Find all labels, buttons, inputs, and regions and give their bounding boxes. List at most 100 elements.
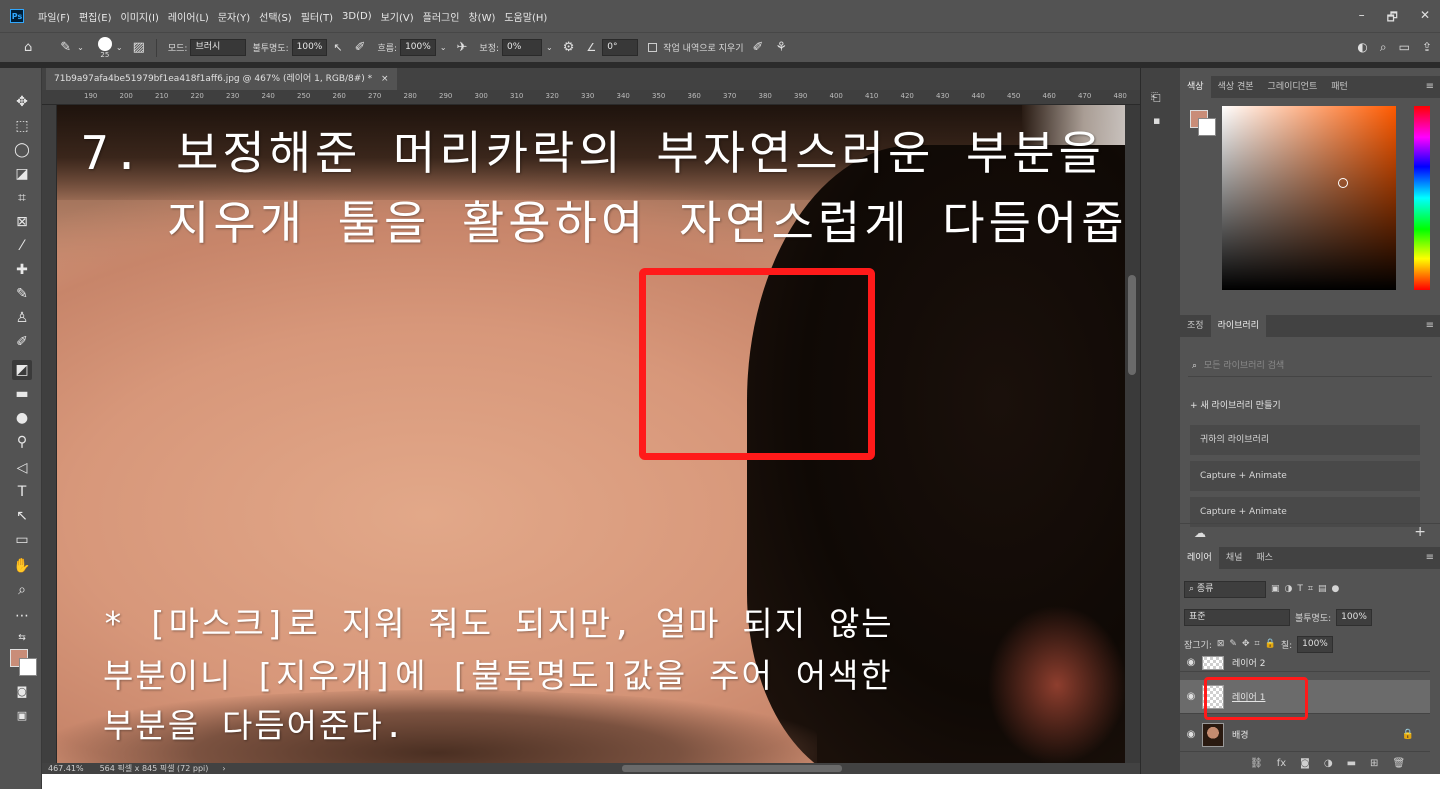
canvas-vertical-scrollbar[interactable] (1125, 105, 1140, 763)
opacity-input[interactable]: 100% (291, 39, 328, 56)
home-icon[interactable]: ⌂ (24, 40, 32, 55)
healing-brush-tool-icon[interactable]: ✚ (12, 260, 32, 280)
new-layer-icon[interactable]: ⊞ (1370, 758, 1378, 769)
horizontal-scrollbar-thumb[interactable] (622, 765, 842, 772)
menu-file[interactable]: 파일(F) (38, 9, 70, 24)
gear-icon[interactable]: ⚙ (563, 40, 575, 55)
lock-position-icon[interactable]: ✥ (1242, 639, 1250, 649)
menu-select[interactable]: 선택(S) (259, 9, 292, 24)
menu-3d[interactable]: 3D(D) (342, 11, 372, 22)
panel-menu-icon[interactable]: ≡ (1426, 552, 1434, 563)
rectangle-tool-icon[interactable]: ▭ (12, 530, 32, 550)
tab-swatches[interactable]: 색상 견본 (1211, 76, 1261, 98)
chevron-down-icon[interactable]: ⌄ (77, 43, 84, 52)
tab-patterns[interactable]: 패턴 (1324, 76, 1355, 98)
tab-adjustments[interactable]: 조정 (1180, 315, 1211, 337)
airbrush-icon[interactable]: ✈ (457, 40, 468, 55)
lock-pixels-icon[interactable]: ✎ (1229, 639, 1237, 649)
chevron-right-icon[interactable]: › (222, 764, 225, 773)
tab-gradients[interactable]: 그레이디언트 (1261, 76, 1325, 98)
smoothing-input[interactable]: 0% (502, 39, 543, 56)
panel-menu-icon[interactable]: ≡ (1426, 81, 1434, 92)
document-tab[interactable]: 71b9a97afa4be51979bf1ea418f1aff6.jpg @ 4… (46, 68, 397, 90)
pressure-opacity-icon[interactable]: ✐ (355, 40, 366, 55)
library-item[interactable]: Capture + Animate (1190, 461, 1420, 491)
layer-row[interactable]: ◉ 배경 🔒 (1180, 718, 1430, 752)
restore-button[interactable]: 🗗 (1387, 8, 1398, 29)
close-tab-icon[interactable]: × (381, 74, 389, 84)
add-mask-icon[interactable]: ◙ (1300, 758, 1310, 769)
tab-paths[interactable]: 패스 (1249, 547, 1280, 569)
gradient-tool-icon[interactable]: ▬ (12, 384, 32, 404)
visibility-eye-icon[interactable]: ◉ (1180, 657, 1202, 668)
share-icon[interactable]: ⇪ (1422, 40, 1432, 55)
panel-menu-icon[interactable]: ≡ (1426, 320, 1434, 331)
eraser-tool-icon[interactable]: ◩ (12, 360, 32, 380)
layer-row[interactable]: ◉ 레이어 2 (1180, 654, 1430, 672)
history-panel-icon[interactable]: ⎗ (1151, 90, 1161, 105)
filter-toggle-icon[interactable]: ● (1331, 584, 1339, 594)
minimize-button[interactable]: – (1359, 8, 1365, 29)
user-icon[interactable]: ◐ (1357, 40, 1367, 55)
layer-filter-select[interactable]: ⌕ 종류 (1184, 580, 1266, 598)
layer-name[interactable]: 배경 (1232, 728, 1249, 741)
crop-tool-icon[interactable]: ⌗ (12, 188, 32, 208)
chevron-down-icon[interactable]: ⌄ (546, 43, 553, 52)
library-item[interactable]: 귀하의 라이브러리 (1190, 425, 1420, 455)
flow-input[interactable]: 100% (400, 39, 436, 56)
blur-tool-icon[interactable]: ● (12, 408, 32, 428)
menu-edit[interactable]: 편집(E) (79, 9, 112, 24)
color-picker-handle[interactable] (1338, 178, 1348, 188)
chevron-down-icon[interactable]: ⌄ (116, 43, 123, 52)
hue-slider[interactable] (1414, 106, 1430, 290)
lock-transparency-icon[interactable]: ⊠ (1217, 639, 1225, 649)
filter-type-icon[interactable]: T (1297, 584, 1303, 594)
filter-pixel-icon[interactable]: ▣ (1271, 584, 1280, 594)
trash-icon[interactable]: 🗑 (1392, 758, 1405, 769)
menu-type[interactable]: 문자(Y) (218, 9, 250, 24)
new-library-button[interactable]: + 새 라이브러리 만들기 (1190, 398, 1281, 411)
tab-channels[interactable]: 채널 (1219, 547, 1250, 569)
swap-colors-icon[interactable]: ⇆ (12, 628, 32, 648)
menu-filter[interactable]: 필터(T) (301, 9, 333, 24)
document-canvas[interactable]: 7. 보정해준 머리카락의 부자연스러운 부분을 지우개 툴을 활용하여 자연스… (57, 105, 1125, 763)
zoom-tool-icon[interactable]: ⌕ (12, 580, 32, 600)
menu-image[interactable]: 이미지(I) (121, 9, 159, 24)
path-select-tool-icon[interactable]: ↖ (12, 506, 32, 526)
filter-adjust-icon[interactable]: ◑ (1285, 584, 1293, 594)
brush-preset-picker[interactable]: 25 (97, 36, 112, 59)
pressure-size-icon[interactable]: ✐ (753, 40, 764, 55)
link-layers-icon[interactable]: ⛓ (1250, 758, 1263, 769)
lock-artboard-icon[interactable]: ⌗ (1255, 639, 1260, 649)
chevron-down-icon[interactable]: ⌄ (440, 43, 447, 52)
brush-settings-icon[interactable]: ▨ (133, 40, 145, 55)
menu-view[interactable]: 보기(V) (381, 9, 414, 24)
visibility-eye-icon[interactable]: ◉ (1180, 729, 1202, 740)
pen-tool-icon[interactable]: ◁ (12, 458, 32, 478)
workspace-icon[interactable]: ▭ (1399, 40, 1410, 55)
scrollbar-thumb[interactable] (1128, 275, 1136, 375)
more-tools-icon[interactable]: ⋯ (12, 606, 32, 626)
mode-select[interactable]: 브러시 (190, 39, 247, 56)
menu-help[interactable]: 도움말(H) (504, 9, 547, 24)
close-button[interactable]: ✕ (1420, 8, 1430, 29)
color-field[interactable] (1222, 106, 1396, 290)
dodge-tool-icon[interactable]: ⚲ (12, 432, 32, 452)
eyedropper-tool-icon[interactable]: ⁄ (12, 236, 32, 256)
tab-layers[interactable]: 레이어 (1180, 547, 1219, 569)
blend-mode-select[interactable]: 표준 (1184, 608, 1290, 626)
brush-tool-icon[interactable]: ✎ (12, 284, 32, 304)
quick-mask-icon[interactable]: ◙ (12, 682, 32, 702)
background-color-swatch[interactable] (19, 658, 37, 676)
layer-name[interactable]: 레이어 2 (1232, 656, 1265, 669)
symmetry-icon[interactable]: ⚘ (775, 40, 787, 55)
marquee-tool-icon[interactable]: ⬚ (12, 116, 32, 136)
type-tool-icon[interactable]: T (12, 482, 32, 502)
comment-panel-icon[interactable]: ▪ (1153, 114, 1160, 127)
tab-color[interactable]: 색상 (1180, 76, 1211, 98)
visibility-eye-icon[interactable]: ◉ (1180, 691, 1202, 702)
layer-opacity-input[interactable]: 100% (1336, 608, 1372, 626)
zoom-level[interactable]: 467.41% (48, 764, 84, 773)
frame-tool-icon[interactable]: ⊠ (12, 212, 32, 232)
filter-smart-icon[interactable]: ▤ (1318, 584, 1327, 594)
